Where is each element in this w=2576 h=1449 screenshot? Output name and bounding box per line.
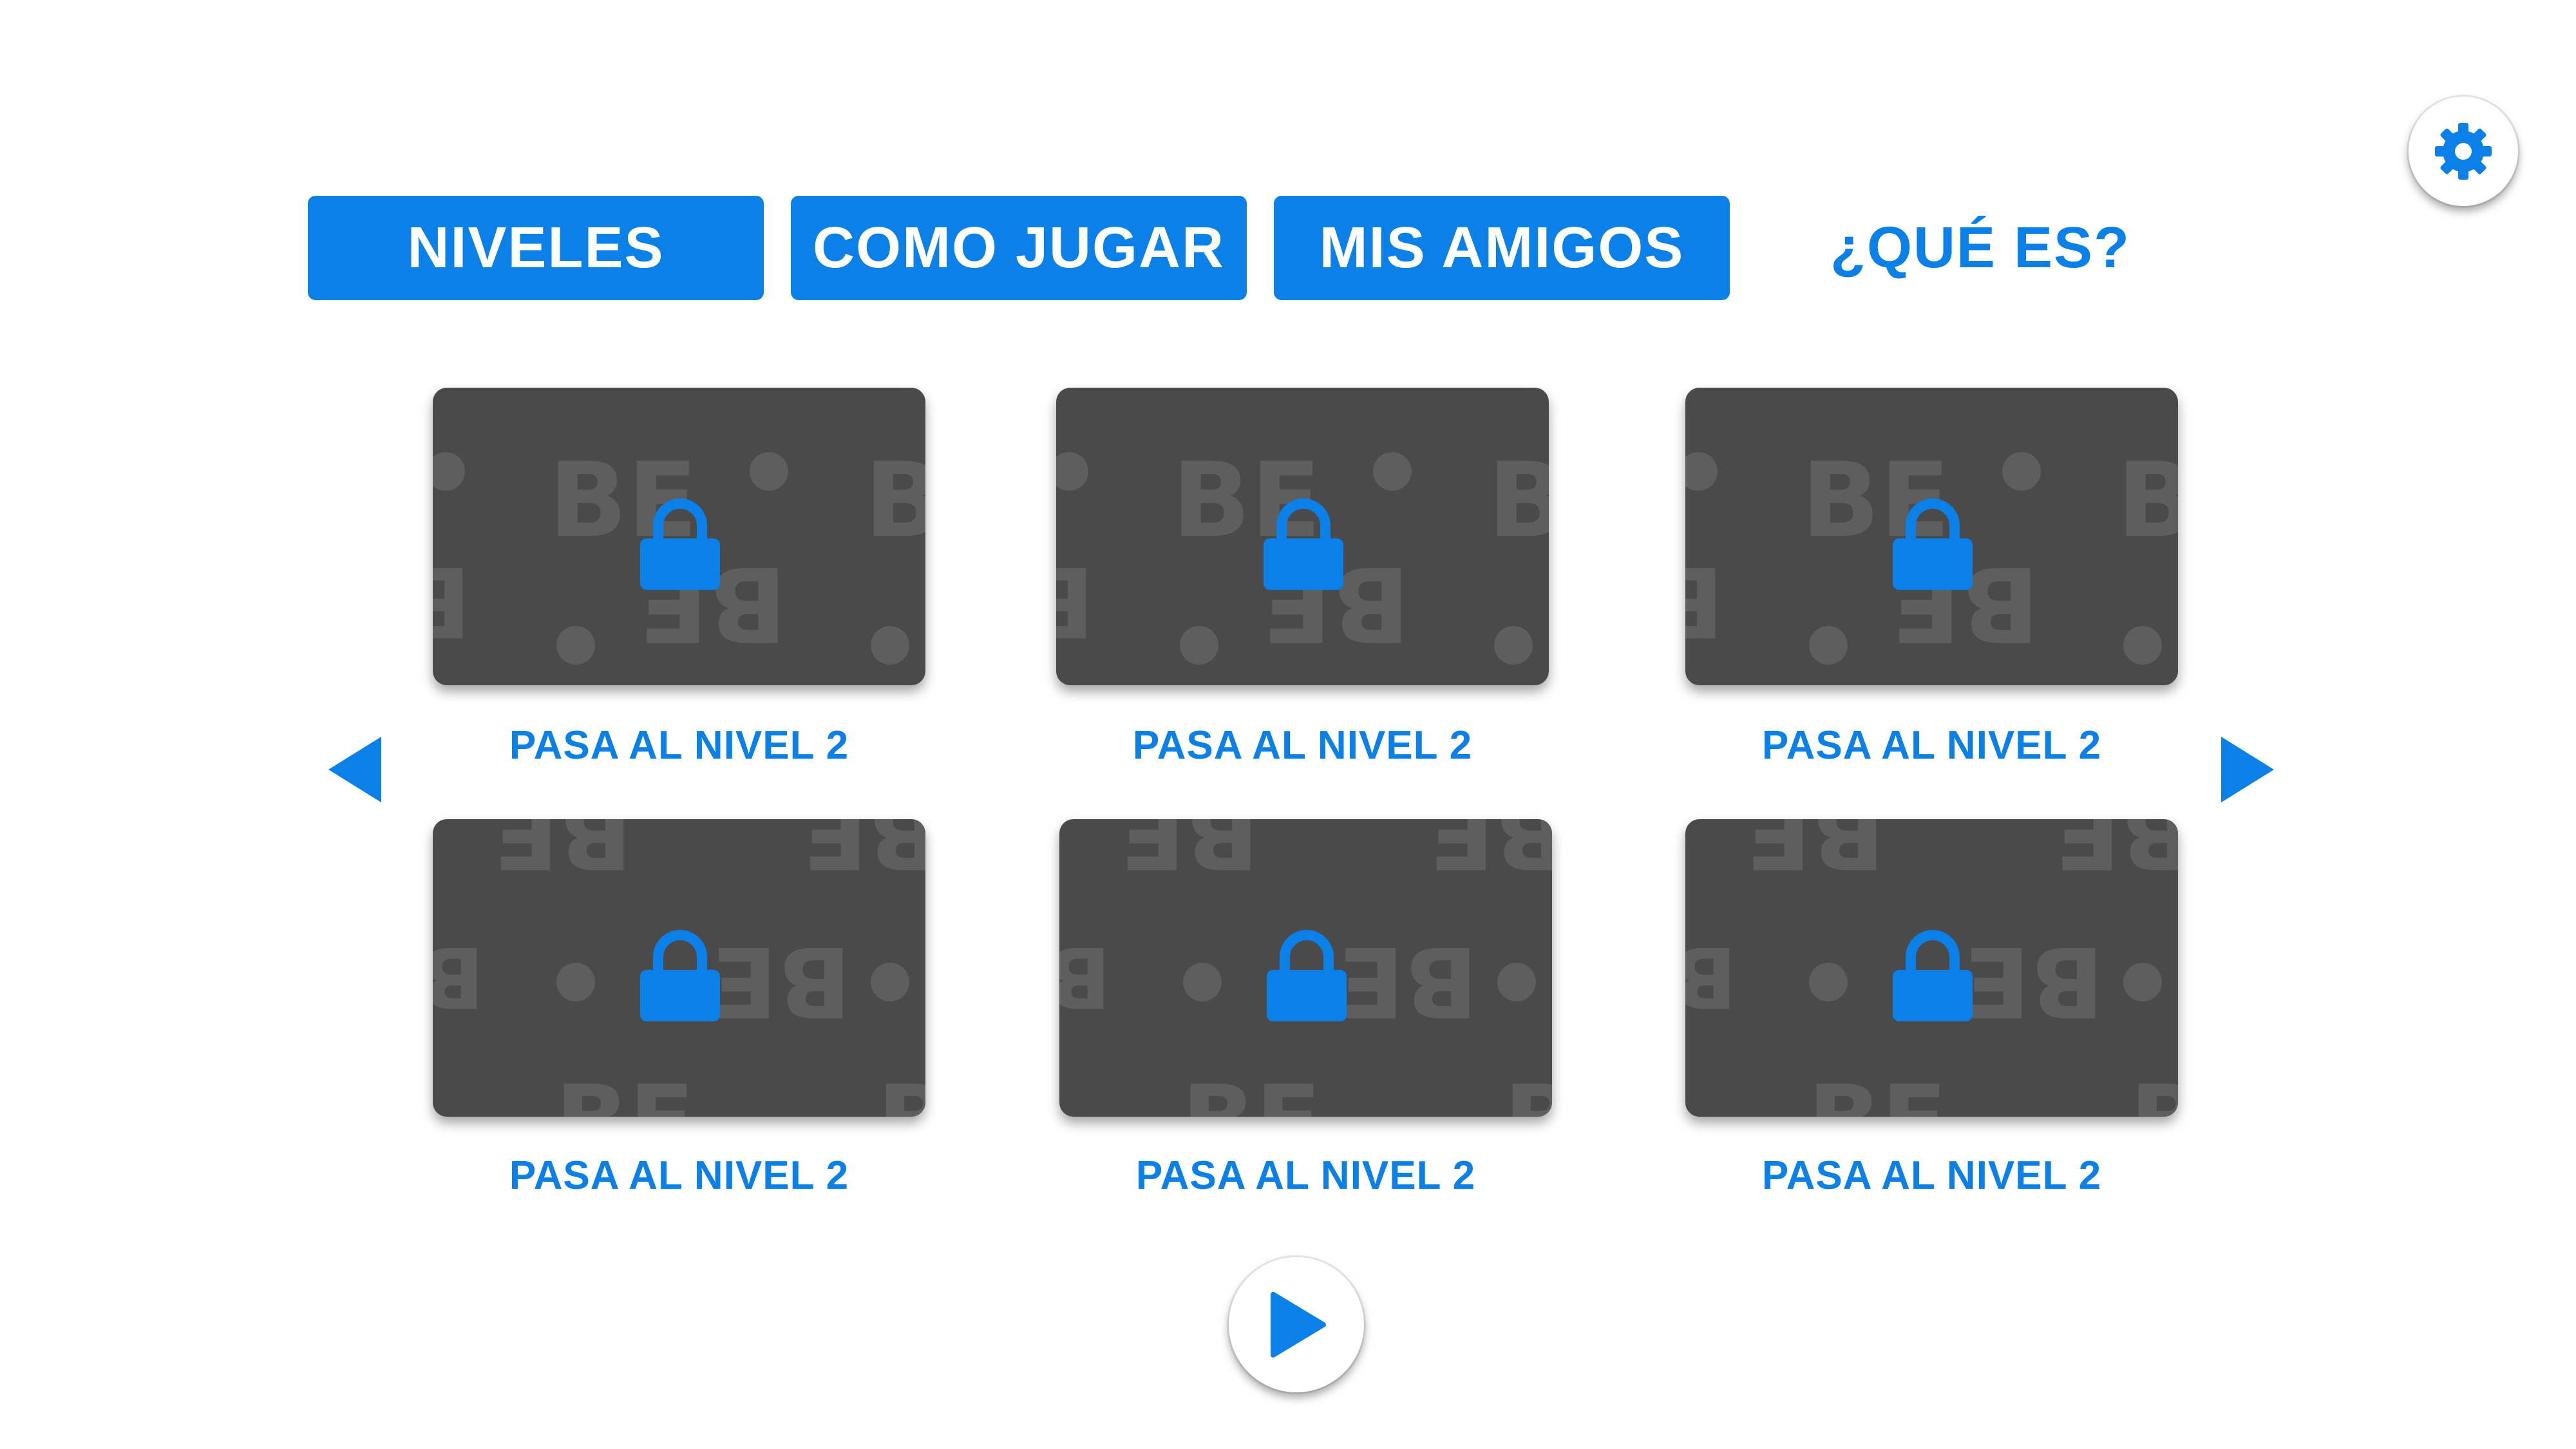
- svg-text:BE: BE: [1338, 925, 1478, 1037]
- svg-text:BE: BE: [1428, 819, 1552, 889]
- level-card-label: PASA AL NIVEL 2: [1761, 1153, 2102, 1198]
- svg-text:BE: BE: [555, 1065, 695, 1117]
- play-button[interactable]: [1229, 1257, 1364, 1392]
- level-thumbnail[interactable]: BE BE BE BE BE BE: [1059, 819, 1552, 1117]
- svg-text:BE: BE: [877, 1065, 925, 1117]
- lock-icon: [1267, 930, 1347, 1021]
- level-card-label: PASA AL NIVEL 2: [1135, 1153, 1476, 1198]
- arrow-left-icon[interactable]: [326, 734, 384, 805]
- svg-text:BE: BE: [493, 819, 632, 889]
- lock-icon: [640, 930, 720, 1021]
- svg-text:BE: BE: [2130, 1065, 2178, 1117]
- lock-icon: [1264, 498, 1343, 590]
- svg-text:BE: BE: [1056, 545, 1095, 657]
- level-card: BE BE BE BE BE BE PASA AL NIVEL 2: [1059, 819, 1552, 1198]
- play-icon: [1271, 1292, 1326, 1358]
- svg-text:BE: BE: [1504, 1065, 1552, 1117]
- svg-text:BE: BE: [712, 925, 851, 1037]
- level-card-label: PASA AL NIVEL 2: [1761, 723, 2102, 768]
- svg-text:BE: BE: [433, 928, 484, 1026]
- svg-text:BE: BE: [1808, 1065, 1947, 1117]
- tab-que-es[interactable]: ¿QUÉ ES?: [1790, 196, 2170, 300]
- level-card: BE BE BE BE BE BE PASA AL NIVEL 2: [1685, 819, 2178, 1198]
- level-card: BE BE BE BE BE BE PASA AL NIVEL 2: [433, 819, 925, 1198]
- gear-icon: [2435, 123, 2492, 180]
- svg-text:BE: BE: [1119, 819, 1259, 889]
- arrow-right-icon[interactable]: [2219, 734, 2277, 805]
- lock-icon: [1893, 498, 1973, 590]
- svg-text:BE: BE: [1964, 925, 2104, 1037]
- lock-icon: [640, 498, 720, 590]
- tab-como-jugar[interactable]: COMO JUGAR: [791, 196, 1247, 300]
- svg-text:BE: BE: [1182, 1065, 1321, 1117]
- svg-text:BE: BE: [1685, 545, 1724, 657]
- level-card-label: PASA AL NIVEL 2: [509, 723, 849, 768]
- level-thumbnail[interactable]: BE BE BE BE: [433, 388, 925, 685]
- tab-niveles[interactable]: NIVELES: [308, 196, 764, 300]
- level-card-label: PASA AL NIVEL 2: [509, 1153, 849, 1198]
- svg-text:BE: BE: [2117, 440, 2178, 560]
- level-thumbnail[interactable]: BE BE BE BE: [1056, 388, 1549, 685]
- level-card: BE BE BE BE PASA AL NIVEL 2: [433, 388, 925, 768]
- level-card: BE BE BE BE PASA AL NIVEL 2: [1685, 388, 2178, 768]
- level-card-label: PASA AL NIVEL 2: [1132, 723, 1473, 768]
- svg-text:BE: BE: [802, 819, 925, 889]
- svg-text:BE: BE: [1488, 440, 1549, 560]
- lock-icon: [1893, 930, 1973, 1021]
- svg-text:BE: BE: [1059, 928, 1111, 1026]
- level-thumbnail[interactable]: BE BE BE BE: [1685, 388, 2178, 685]
- svg-text:BE: BE: [2054, 819, 2178, 889]
- level-thumbnail[interactable]: BE BE BE BE BE BE: [1685, 819, 2178, 1117]
- level-card: BE BE BE BE PASA AL NIVEL 2: [1056, 388, 1549, 768]
- svg-text:BE: BE: [1685, 928, 1737, 1026]
- settings-button[interactable]: [2409, 97, 2518, 206]
- tab-mis-amigos[interactable]: MIS AMIGOS: [1274, 196, 1730, 300]
- svg-text:BE: BE: [1745, 819, 1885, 889]
- svg-text:BE: BE: [433, 545, 471, 657]
- svg-text:BE: BE: [864, 440, 925, 560]
- level-thumbnail[interactable]: BE BE BE BE BE BE: [433, 819, 925, 1117]
